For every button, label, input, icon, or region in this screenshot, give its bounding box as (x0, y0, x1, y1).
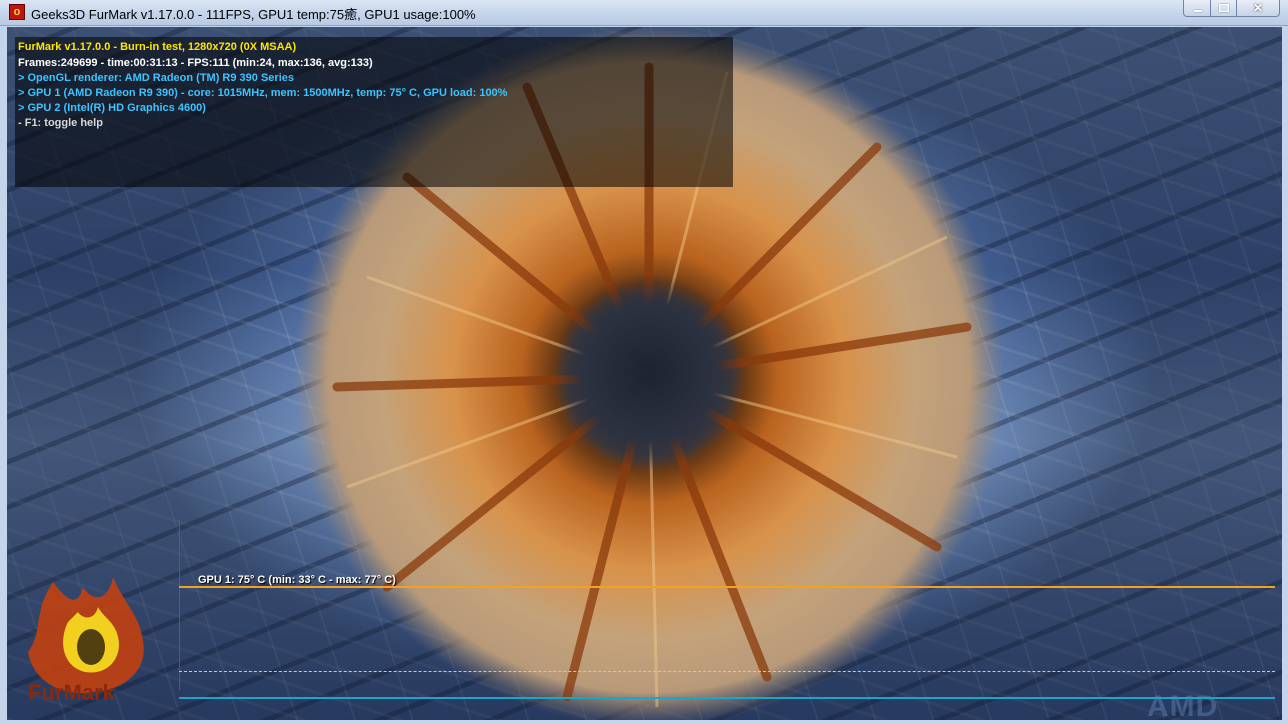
furmark-logo: FurMark (28, 577, 144, 705)
osd-renderer: > OpenGL renderer: AMD Radeon (TM) R9 39… (18, 72, 294, 84)
window-title: Geeks3D FurMark v1.17.0.0 - 111FPS, GPU1… (31, 7, 476, 22)
furmark-app-icon[interactable]: o (9, 4, 25, 20)
temp-graph-vertical-axis (179, 520, 180, 690)
temp-graph-baseline (179, 671, 1275, 672)
temp-graph-horizontal-axis (179, 697, 1275, 699)
temp-graph-label: GPU 1: 75° C (min: 33° C - max: 77° C) (198, 574, 396, 586)
osd-help: - F1: toggle help (18, 117, 103, 129)
close-button[interactable]: ✕ (1236, 0, 1280, 17)
minimize-button[interactable] (1183, 0, 1211, 17)
window-title-bar[interactable]: o Geeks3D FurMark v1.17.0.0 - 111FPS, GP… (0, 0, 1288, 26)
osd-stats: Frames:249699 - time:00:31:13 - FPS:111 … (18, 57, 373, 69)
osd-gpu2: > GPU 2 (Intel(R) HD Graphics 4600) (18, 102, 206, 114)
render-viewport[interactable]: FurMark v1.17.0.0 - Burn-in test, 1280x7… (7, 27, 1282, 720)
osd-gpu1: > GPU 1 (AMD Radeon R9 390) - core: 1015… (18, 87, 508, 99)
temp-graph-line (179, 586, 1275, 588)
furmark-logo-text: FurMark (28, 680, 116, 705)
minimize-icon (1184, 0, 1210, 16)
osd-header: FurMark v1.17.0.0 - Burn-in test, 1280x7… (18, 41, 297, 53)
maximize-icon (1211, 0, 1236, 16)
maximize-button[interactable] (1210, 0, 1237, 17)
amd-logo: AMD (1147, 690, 1219, 720)
close-icon: ✕ (1252, 1, 1264, 15)
